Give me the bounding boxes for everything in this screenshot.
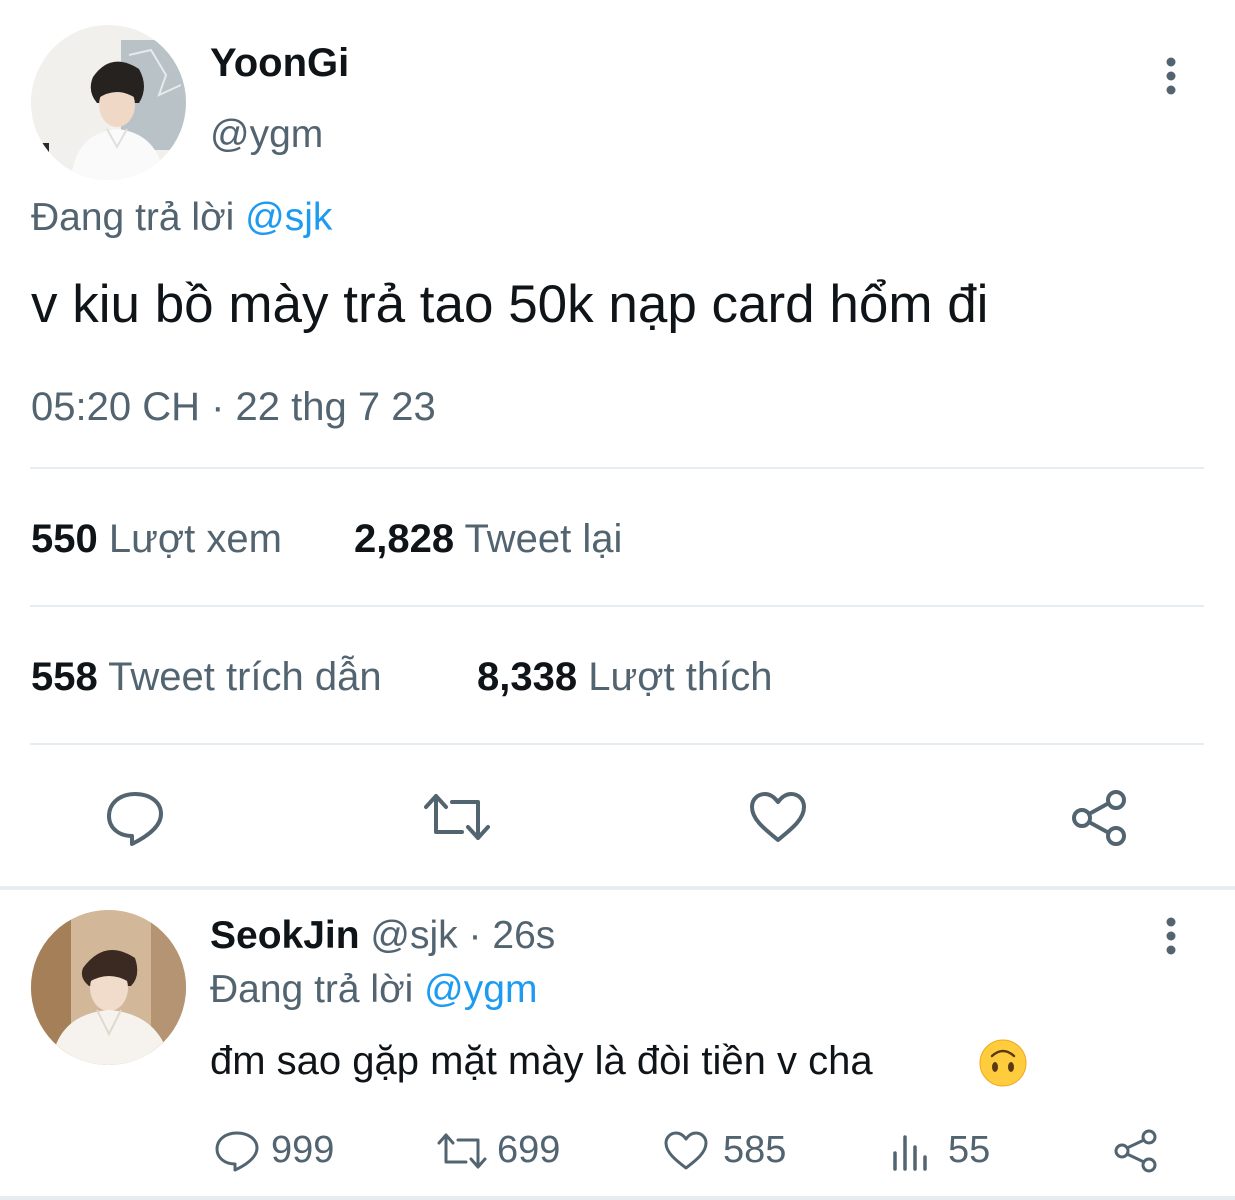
retweet-icon bbox=[436, 1131, 488, 1171]
section-separator bbox=[0, 886, 1235, 890]
more-options-icon[interactable] bbox=[1160, 55, 1182, 97]
upside-down-face-icon bbox=[978, 1038, 1028, 1088]
replying-to-line: Đang trả lời @sjk bbox=[31, 195, 332, 241]
divider bbox=[30, 467, 1204, 469]
likes-count: 8,338 bbox=[477, 655, 578, 699]
reply-text-line: đm sao gặp mặt mày là đòi tiền v cha🙃 bbox=[210, 1036, 873, 1086]
retweets-count: 2,828 bbox=[354, 517, 455, 561]
reply-author-handle[interactable]: @sjk bbox=[370, 914, 457, 957]
reply-time[interactable]: 26s bbox=[492, 914, 555, 957]
replying-prefix: Đang trả lời bbox=[31, 196, 235, 239]
like-count: 585 bbox=[723, 1129, 787, 1171]
quote-tweets-label: Tweet trích dẫn bbox=[108, 655, 382, 699]
quote-tweets-stat[interactable]: 558 Tweet trích dẫn bbox=[31, 654, 382, 700]
reply-replying-to-link[interactable]: @ygm bbox=[424, 968, 537, 1011]
reply-icon[interactable] bbox=[104, 788, 166, 848]
like-icon[interactable] bbox=[748, 790, 808, 844]
reply-replying-to-line: Đang trả lời @ygm bbox=[210, 967, 537, 1013]
like-icon bbox=[663, 1131, 709, 1171]
likes-label: Lượt thích bbox=[588, 655, 773, 699]
reply-more-options-icon[interactable] bbox=[1160, 915, 1182, 957]
avatar-image bbox=[31, 25, 186, 180]
reply-icon bbox=[214, 1129, 260, 1173]
views-label: Lượt xem bbox=[108, 517, 282, 561]
reply-text: đm sao gặp mặt mày là đòi tiền v cha bbox=[210, 1039, 873, 1083]
retweets-label: Tweet lại bbox=[464, 517, 623, 561]
quote-tweets-count: 558 bbox=[31, 655, 98, 699]
reply-avatar-image bbox=[31, 910, 186, 1065]
retweets-stat[interactable]: 2,828 Tweet lại bbox=[354, 516, 622, 562]
views-count: 550 bbox=[31, 517, 98, 561]
share-icon[interactable] bbox=[1070, 788, 1130, 848]
retweet-icon[interactable] bbox=[422, 790, 492, 844]
bottom-divider bbox=[0, 1196, 1235, 1200]
author-name[interactable]: YoonGi bbox=[210, 40, 349, 86]
tweet-text: v kiu bồ mày trả tao 50k nạp card hổm đi bbox=[31, 275, 989, 334]
tweet-timestamp[interactable]: 05:20 CH · 22 thg 7 23 bbox=[31, 384, 436, 430]
divider bbox=[30, 743, 1204, 745]
reply-separator: · bbox=[468, 914, 482, 957]
divider bbox=[30, 605, 1204, 607]
reply-count: 999 bbox=[271, 1129, 335, 1171]
reply-author-name[interactable]: SeokJin bbox=[210, 914, 360, 957]
replying-to-link[interactable]: @sjk bbox=[245, 196, 332, 239]
reply-header: SeokJin @sjk · 26s bbox=[210, 913, 555, 959]
author-handle[interactable]: @ygm bbox=[210, 112, 323, 158]
views-count: 55 bbox=[948, 1129, 991, 1171]
views-stat[interactable]: 550 Lượt xem bbox=[31, 516, 282, 562]
author-avatar[interactable] bbox=[31, 25, 186, 180]
reply-replying-prefix: Đang trả lời bbox=[210, 968, 414, 1011]
views-icon bbox=[890, 1131, 932, 1171]
likes-stat[interactable]: 8,338 Lượt thích bbox=[477, 654, 772, 700]
reply-author-avatar[interactable] bbox=[31, 910, 186, 1065]
reply-share-icon[interactable] bbox=[1112, 1128, 1160, 1174]
retweet-count: 699 bbox=[497, 1129, 561, 1171]
